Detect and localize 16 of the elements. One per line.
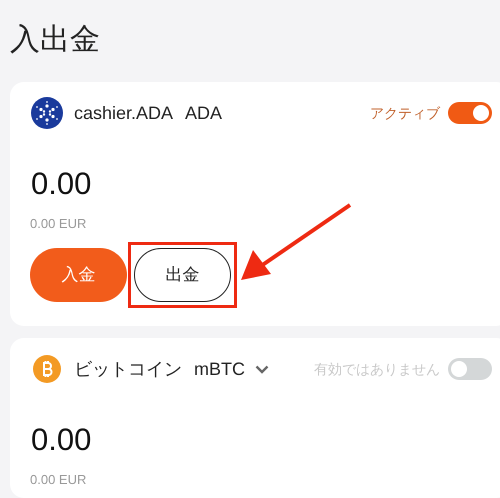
- currency-code: mBTC: [194, 358, 245, 380]
- currency-code: ADA: [185, 102, 222, 124]
- bitcoin-icon: [33, 355, 61, 383]
- status-label: アクティブ: [370, 104, 440, 122]
- withdraw-button[interactable]: 出金: [134, 248, 231, 302]
- account-name: ビットコイン: [74, 358, 182, 380]
- balance-amount: 0.00: [31, 421, 92, 459]
- chevron-down-icon[interactable]: [255, 364, 269, 374]
- fiat-value: 0.00 EUR: [30, 471, 88, 489]
- account-name: cashier.ADA: [74, 102, 174, 124]
- balance-amount: 0.00: [31, 165, 92, 203]
- toggle-switch[interactable]: [448, 102, 492, 124]
- toggle-switch[interactable]: [448, 358, 492, 380]
- coin-icon: [31, 97, 63, 129]
- fiat-value: 0.00 EUR: [30, 215, 88, 233]
- page-title: 入出金: [10, 22, 101, 58]
